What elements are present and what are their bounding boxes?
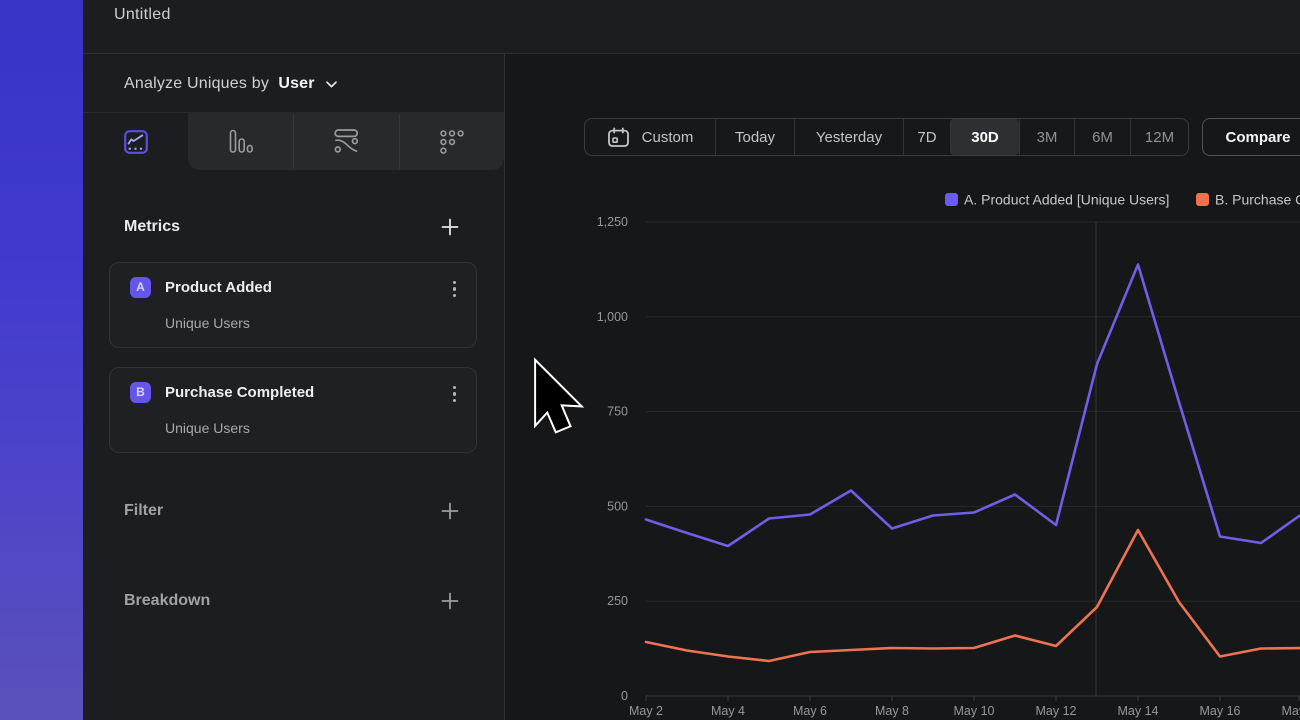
svg-text:May 6: May 6 [793, 704, 827, 718]
svg-text:B. Purchase Completed [Unique: B. Purchase Completed [Unique Users] [1215, 192, 1300, 208]
svg-text:May 8: May 8 [875, 704, 909, 718]
svg-text:500: 500 [607, 499, 628, 513]
svg-text:May 16: May 16 [1200, 704, 1241, 718]
svg-text:A. Product Added [Unique Users: A. Product Added [Unique Users] [964, 192, 1169, 208]
svg-text:1,000: 1,000 [597, 310, 628, 324]
svg-text:0: 0 [621, 689, 628, 703]
svg-text:250: 250 [607, 594, 628, 608]
svg-text:May 12: May 12 [1036, 704, 1077, 718]
svg-text:May 2: May 2 [629, 704, 663, 718]
svg-text:1,250: 1,250 [597, 215, 628, 229]
svg-text:May 4: May 4 [711, 704, 745, 718]
svg-text:May 10: May 10 [954, 704, 995, 718]
svg-text:750: 750 [607, 405, 628, 419]
svg-text:May 14: May 14 [1118, 704, 1159, 718]
svg-text:May 18: May 18 [1282, 704, 1300, 718]
